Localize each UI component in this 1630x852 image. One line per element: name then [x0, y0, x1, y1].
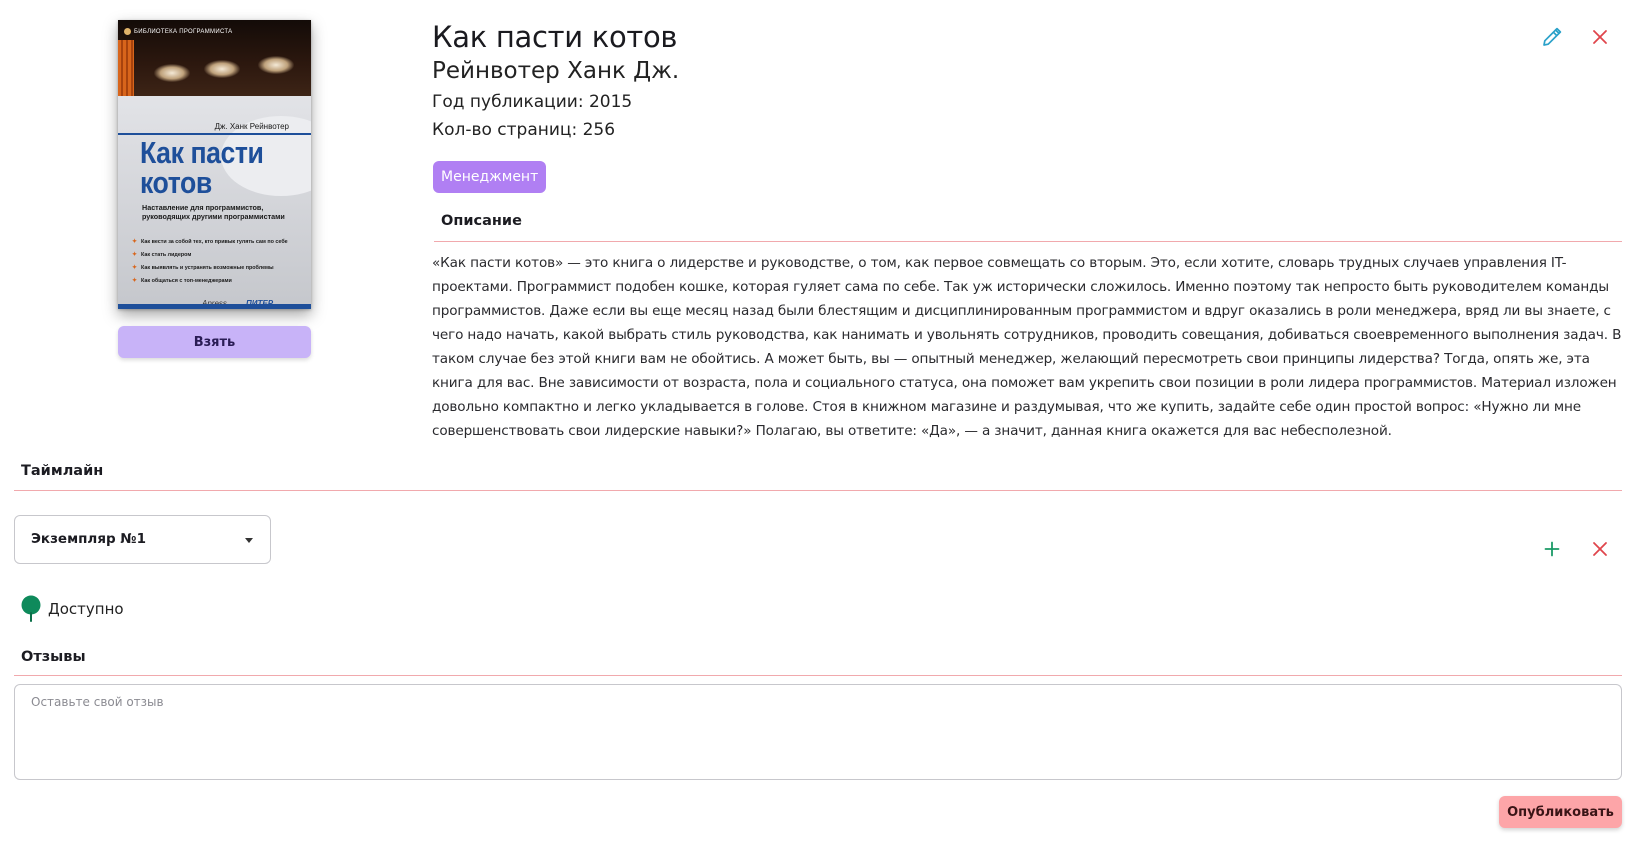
- close-icon: [1593, 30, 1607, 44]
- cover-decoration: [118, 40, 134, 96]
- description-heading: Описание: [441, 213, 522, 229]
- copy-select-value: Экземпляр №1: [31, 531, 146, 547]
- availability-status: Доступно: [48, 600, 124, 618]
- book-detail-page: БИБЛИОТЕКА ПРОГРАММИСТА Дж. Ханк Рейнвот…: [0, 0, 1630, 852]
- close-icon: [1593, 542, 1607, 556]
- page-count: Кол-во страниц: 256: [432, 120, 616, 140]
- cover-bullet: Как выявлять и устранять возможные пробл…: [132, 262, 310, 275]
- timeline-divider: [14, 490, 1622, 491]
- publish-button[interactable]: Опубликовать: [1499, 796, 1622, 828]
- book-cover-image: БИБЛИОТЕКА ПРОГРАММИСТА Дж. Ханк Рейнвот…: [118, 20, 311, 309]
- delete-copy-button[interactable]: [1588, 537, 1612, 561]
- genre-tag[interactable]: Менеджмент: [433, 161, 547, 193]
- edit-button[interactable]: [1540, 25, 1564, 49]
- description-divider: [434, 241, 1622, 242]
- book-author: Рейнвотер Ханк Дж.: [432, 58, 680, 84]
- cover-bottom-band: [118, 304, 311, 309]
- publication-year: Год публикации: 2015: [432, 92, 633, 112]
- cover-subtitle: Наставление для программистов, руководящ…: [142, 203, 285, 221]
- close-button[interactable]: [1588, 25, 1612, 49]
- cover-title: Как пасти котов: [140, 135, 264, 200]
- cover-cat-figure: [154, 64, 190, 82]
- timeline-heading: Таймлайн: [21, 463, 104, 479]
- cover-author: Дж. Ханк Рейнвотер: [214, 122, 289, 131]
- cover-bullet: Как вести за собой тех, кто привык гулят…: [132, 236, 310, 249]
- cover-series: БИБЛИОТЕКА ПРОГРАММИСТА: [124, 28, 232, 35]
- review-input[interactable]: [14, 684, 1622, 780]
- cover-bullets: Как вести за собой тех, кто привык гулят…: [132, 236, 310, 288]
- copy-select[interactable]: Экземпляр №1: [14, 515, 271, 564]
- map-pin-icon: [21, 595, 41, 622]
- caret-down-icon: [245, 538, 253, 543]
- cover-top-band: БИБЛИОТЕКА ПРОГРАММИСТА: [118, 20, 311, 96]
- pencil-icon: [1543, 27, 1562, 46]
- cover-cat-figure: [204, 60, 240, 78]
- reviews-divider: [14, 675, 1622, 676]
- cover-cat-figure: [258, 56, 294, 74]
- book-title: Как пасти котов: [432, 20, 678, 54]
- plus-icon: [1544, 541, 1560, 557]
- cover-bullet: Как стать лидером: [132, 249, 310, 262]
- reviews-heading: Отзывы: [21, 649, 86, 665]
- take-book-button[interactable]: Взять: [118, 326, 311, 358]
- add-copy-button[interactable]: [1540, 537, 1564, 561]
- description-text: «Как пасти котов» — это книга о лидерств…: [432, 255, 1622, 439]
- cover-bullet: Как общаться с топ-менеджерами: [132, 275, 310, 288]
